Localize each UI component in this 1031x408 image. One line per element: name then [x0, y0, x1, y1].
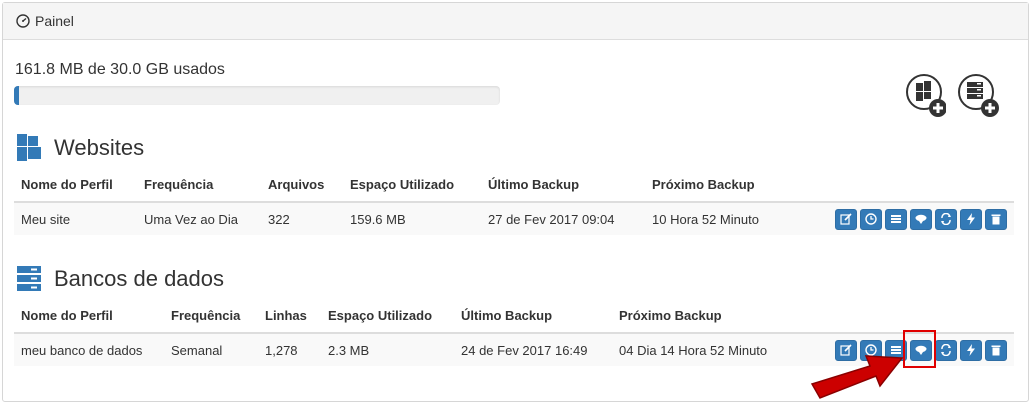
- database-plus-icon: [958, 74, 999, 117]
- restore-button[interactable]: [935, 208, 957, 230]
- column-header: Espaço Utilizado: [321, 299, 454, 334]
- databases-title: Bancos de dados: [54, 266, 225, 291]
- websites-section-title: Websites: [17, 134, 144, 162]
- actions-header: [802, 299, 1014, 334]
- table-row: Meu site Uma Vez ao Dia 322 159.6 MB 27 …: [14, 202, 1014, 235]
- cloud-download-icon: [915, 214, 927, 224]
- cell-next-backup: 04 Dia 14 Hora 52 Minuto: [612, 333, 802, 366]
- list-button[interactable]: [885, 208, 907, 230]
- delete-button[interactable]: [985, 208, 1007, 230]
- column-header: Frequência: [164, 299, 258, 334]
- cell-last-backup: 24 de Fev 2017 16:49: [454, 333, 612, 366]
- restore-button[interactable]: [935, 339, 957, 361]
- cell-frequency: Semanal: [164, 333, 258, 366]
- trash-icon: [991, 214, 1001, 225]
- storage-progress-fill: [14, 86, 19, 105]
- column-header: Próximo Backup: [645, 168, 805, 203]
- bolt-icon: [967, 213, 975, 225]
- cell-files: 322: [261, 202, 343, 235]
- refresh-icon: [941, 213, 951, 225]
- run-now-button[interactable]: [960, 339, 982, 361]
- databases-section-title: Bancos de dados: [17, 265, 224, 293]
- column-header: Nome do Perfil: [14, 168, 137, 203]
- download-backup-button[interactable]: [910, 208, 932, 230]
- websites-table: Nome do Perfil Frequência Arquivos Espaç…: [14, 168, 1014, 235]
- add-database-button[interactable]: [958, 74, 999, 118]
- run-now-button[interactable]: [960, 208, 982, 230]
- actions-header: [805, 168, 1014, 203]
- storage-progress-bar: [14, 86, 500, 105]
- clock-icon: [865, 213, 877, 225]
- websites-title: Websites: [54, 135, 145, 160]
- cell-space-used: 2.3 MB: [321, 333, 454, 366]
- cell-profile-name: meu banco de dados: [14, 333, 164, 366]
- column-header: Arquivos: [261, 168, 343, 203]
- row-actions: [812, 208, 1007, 230]
- list-icon: [891, 215, 901, 223]
- panel-heading: Painel: [3, 3, 1028, 40]
- column-header: Último Backup: [454, 299, 612, 334]
- websites-icon: [17, 134, 41, 161]
- cell-profile-name: Meu site: [14, 202, 137, 235]
- storage-usage-text: 161.8 MB de 30.0 GB usados: [15, 61, 225, 78]
- cell-last-backup: 27 de Fev 2017 09:04: [481, 202, 645, 235]
- column-header: Linhas: [258, 299, 321, 334]
- annotation-arrow-icon: [810, 355, 904, 399]
- column-header: Próximo Backup: [612, 299, 802, 334]
- column-header: Último Backup: [481, 168, 645, 203]
- cell-space-used: 159.6 MB: [343, 202, 481, 235]
- cell-frequency: Uma Vez ao Dia: [137, 202, 261, 235]
- column-header: Frequência: [137, 168, 261, 203]
- schedule-button[interactable]: [860, 208, 882, 230]
- dashboard-gauge-icon: [16, 14, 30, 28]
- column-header: Nome do Perfil: [14, 299, 164, 334]
- actions-cell: [805, 202, 1014, 235]
- cell-rows: 1,278: [258, 333, 321, 366]
- websites-header-row: Nome do Perfil Frequência Arquivos Espaç…: [14, 168, 1014, 203]
- cell-next-backup: 10 Hora 52 Minuto: [645, 202, 805, 235]
- database-icon: [17, 266, 41, 291]
- website-plus-icon: [906, 74, 947, 117]
- delete-button[interactable]: [985, 339, 1007, 361]
- databases-header-row: Nome do Perfil Frequência Linhas Espaço …: [14, 299, 1014, 334]
- trash-icon: [991, 345, 1001, 356]
- edit-icon: [840, 213, 852, 225]
- bolt-icon: [967, 344, 975, 356]
- column-header: Espaço Utilizado: [343, 168, 481, 203]
- add-website-button[interactable]: [906, 74, 947, 118]
- refresh-icon: [941, 344, 951, 356]
- edit-button[interactable]: [835, 208, 857, 230]
- panel-title: Painel: [35, 13, 74, 29]
